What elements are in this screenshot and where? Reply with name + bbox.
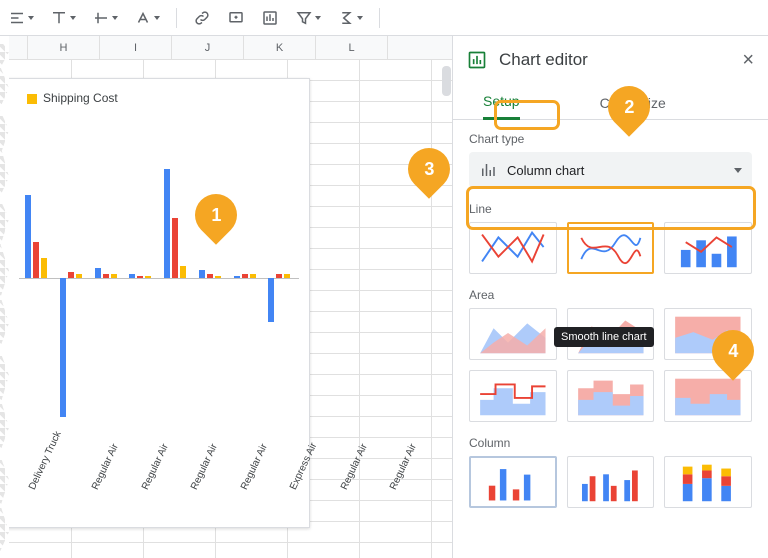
chart-icon — [467, 50, 487, 70]
legend-swatch — [27, 94, 37, 104]
chart-legend: Shipping Cost — [27, 91, 118, 105]
col-header[interactable]: I — [100, 36, 172, 59]
chart-thumb-combo[interactable] — [664, 222, 752, 274]
chart-type-value: Column chart — [507, 163, 584, 178]
col-header[interactable]: L — [316, 36, 388, 59]
vertical-align-button[interactable] — [50, 9, 76, 27]
col-header[interactable]: K — [244, 36, 316, 59]
toolbar — [0, 0, 768, 36]
section-area: Area — [469, 288, 752, 302]
scrollbar-thumb[interactable] — [442, 66, 451, 96]
chart-plot — [1, 119, 309, 437]
text-wrap-button[interactable] — [92, 9, 118, 27]
spreadsheet-area[interactable]: H I J K L — [0, 36, 452, 558]
col-header[interactable]: H — [28, 36, 100, 59]
close-button[interactable]: × — [742, 50, 754, 70]
panel-title: Chart editor — [499, 50, 730, 70]
col-header[interactable]: J — [172, 36, 244, 59]
functions-button[interactable] — [337, 9, 363, 27]
chart-thumb-line[interactable] — [469, 222, 557, 274]
chart-type-label: Chart type — [469, 132, 752, 146]
horizontal-align-button[interactable] — [8, 9, 34, 27]
divider — [176, 8, 177, 28]
insert-comment-button[interactable] — [227, 9, 245, 27]
divider — [379, 8, 380, 28]
filter-button[interactable] — [295, 9, 321, 27]
chart-thumb-grouped-column[interactable] — [567, 456, 655, 508]
torn-edge — [0, 36, 9, 558]
tab-setup[interactable]: Setup — [483, 93, 520, 120]
chart-thumb-step-area[interactable] — [469, 370, 557, 422]
text-rotation-button[interactable] — [134, 9, 160, 27]
section-line: Line — [469, 202, 752, 216]
column-chart-icon — [479, 161, 497, 179]
chart-thumb-column[interactable] — [469, 456, 557, 508]
chevron-down-icon — [734, 168, 742, 173]
insert-chart-button[interactable] — [261, 9, 279, 27]
chart-thumb-stacked-step-area[interactable] — [567, 370, 655, 422]
tooltip: Smooth line chart — [554, 327, 654, 347]
chart-thumb-smooth-line[interactable] — [567, 222, 655, 274]
link-button[interactable] — [193, 9, 211, 27]
chart-thumb-100-step-area[interactable] — [664, 370, 752, 422]
embedded-chart[interactable]: Shipping Cost Delivery TruckRegular AirR… — [0, 78, 310, 528]
section-column: Column — [469, 436, 752, 450]
chart-thumb-area[interactable] — [469, 308, 557, 360]
chart-thumb-stacked-column[interactable] — [664, 456, 752, 508]
column-headers: H I J K L — [0, 36, 452, 60]
chart-type-dropdown[interactable]: Column chart — [469, 152, 752, 188]
